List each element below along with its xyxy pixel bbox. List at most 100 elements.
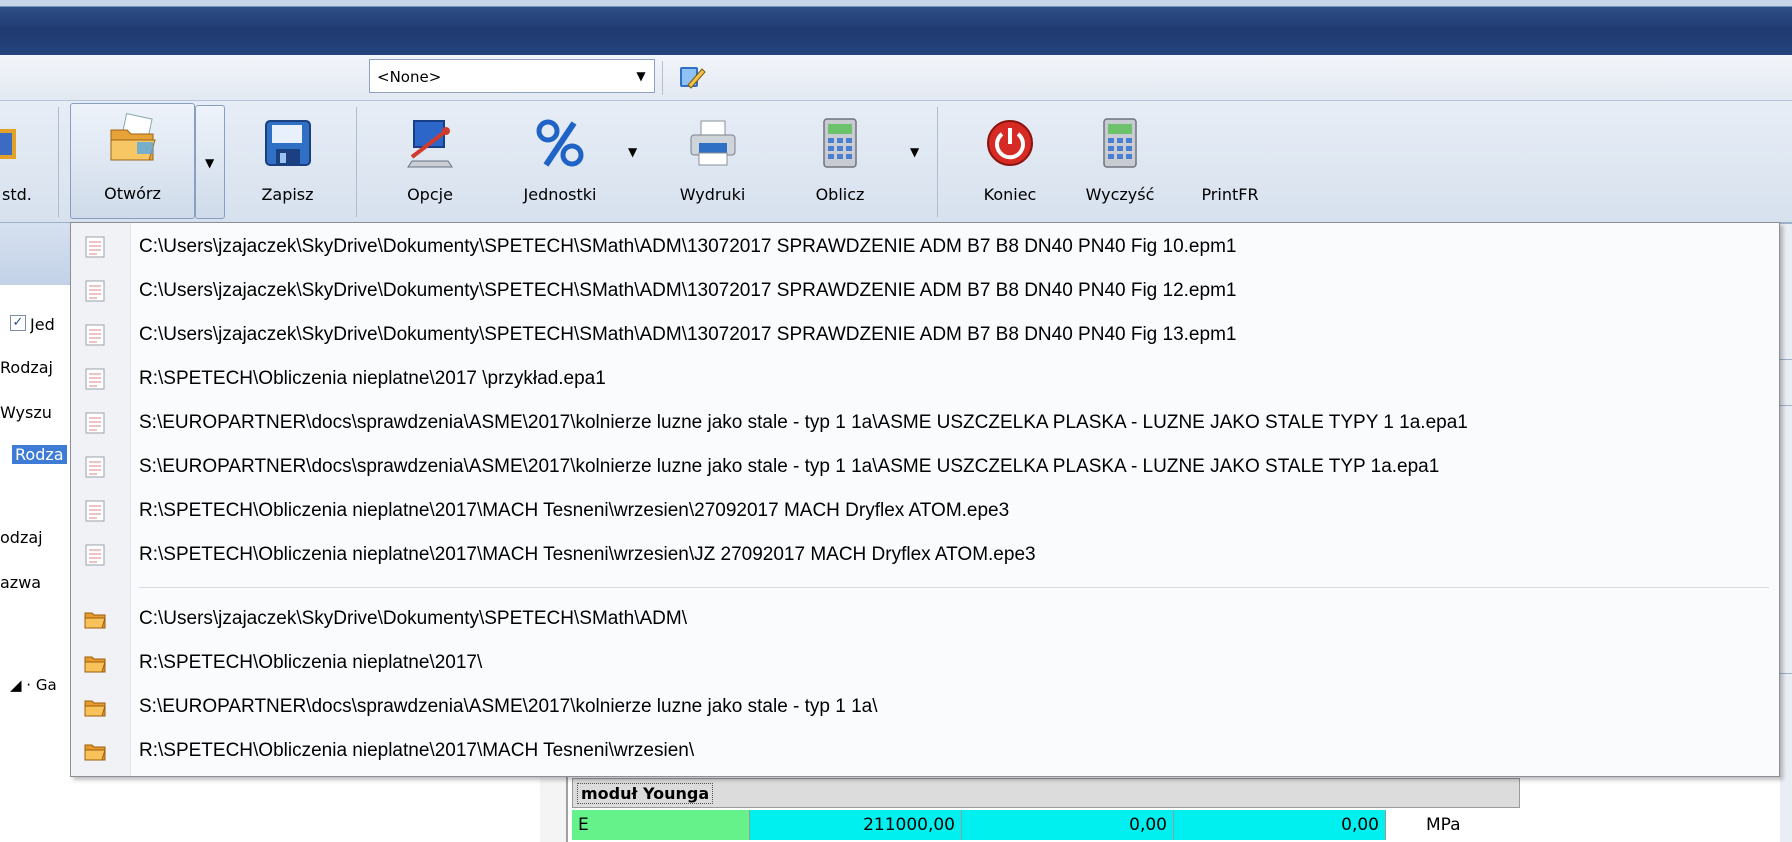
document-icon xyxy=(85,500,105,522)
printfr-button[interactable]: PrintFR xyxy=(1180,109,1280,215)
rodzaj-selected-item[interactable]: Rodza xyxy=(12,445,72,464)
ribbon-toolbar: std. Otwórz ▼ Zapisz Opcje Jednostki ▼ W… xyxy=(0,101,1792,223)
chevron-down-icon[interactable]: ▼ xyxy=(632,66,650,86)
edit-book-icon xyxy=(680,67,706,89)
recent-file-path: C:\Users\jzajaczek\SkyDrive\Dokumenty\SP… xyxy=(139,236,1237,257)
units-label: Jednostki xyxy=(523,185,597,204)
chevron-down-icon: ▼ xyxy=(205,156,215,170)
grid-cell-value[interactable]: 0,00 xyxy=(1174,810,1386,840)
printer-icon xyxy=(690,120,735,166)
template-combobox[interactable]: <None> ▼ xyxy=(369,59,655,93)
grid-cell-value[interactable]: 211000,00 xyxy=(750,810,962,840)
open-button[interactable]: Otwórz xyxy=(70,103,195,219)
recent-file-path: C:\Users\jzajaczek\SkyDrive\Dokumenty\SP… xyxy=(139,280,1237,301)
toolbar-separator xyxy=(937,107,938,217)
calculate-dropdown-arrow[interactable]: ▼ xyxy=(910,145,919,159)
rodzaj-field-label: odzaj xyxy=(0,528,43,547)
open-label: Otwórz xyxy=(104,184,161,203)
toolbar-separator xyxy=(356,107,357,217)
document-icon xyxy=(85,412,105,434)
left-pane: ✓ Jed Rodzaj Wyszu Rodza odzaj azwa ◢ · … xyxy=(0,223,72,842)
toolbar-separator xyxy=(662,61,663,95)
grid-cell-unit: MPa xyxy=(1426,815,1461,835)
right-pane-edge xyxy=(1780,223,1792,842)
left-pane-header xyxy=(0,223,72,285)
save-label: Zapisz xyxy=(261,185,314,204)
rodzaj-selected-text: Rodza xyxy=(12,445,67,464)
options-label: Opcje xyxy=(407,185,453,204)
units-button[interactable]: Jednostki xyxy=(500,109,620,215)
recent-folder-item[interactable]: C:\Users\jzajaczek\SkyDrive\Dokumenty\SP… xyxy=(71,597,1779,641)
recent-file-item[interactable]: S:\EUROPARTNER\docs\sprawdzenia\ASME\201… xyxy=(71,401,1779,445)
document-icon xyxy=(85,280,105,302)
divider xyxy=(1780,673,1792,674)
exit-button[interactable]: Koniec xyxy=(960,109,1060,215)
folder-icon xyxy=(84,744,106,761)
edit-template-button[interactable] xyxy=(674,61,708,93)
toolbar-separator xyxy=(58,107,59,217)
recent-folder-item[interactable]: R:\SPETECH\Obliczenia nieplatne\2017\ xyxy=(71,641,1779,685)
std-button[interactable]: std. xyxy=(0,109,48,215)
wyszukaj-label: Wyszu xyxy=(0,403,52,422)
recent-file-path: R:\SPETECH\Obliczenia nieplatne\2017\MAC… xyxy=(139,500,1010,521)
folder-icon xyxy=(84,700,106,717)
calculate-label: Oblicz xyxy=(815,185,865,204)
recent-file-item[interactable]: S:\EUROPARTNER\docs\sprawdzenia\ASME\201… xyxy=(71,445,1779,489)
units-checkbox-label: Jed xyxy=(30,315,55,334)
grid-cell-name[interactable]: E xyxy=(572,810,750,840)
recent-file-item[interactable]: C:\Users\jzajaczek\SkyDrive\Dokumenty\SP… xyxy=(71,313,1779,357)
nazwa-field-label: azwa xyxy=(0,573,42,592)
document-icon xyxy=(85,544,105,566)
std-icon xyxy=(0,129,16,159)
document-icon xyxy=(85,368,105,390)
document-icon xyxy=(85,236,105,258)
combobox-value: <None> xyxy=(377,68,442,86)
options-button[interactable]: Opcje xyxy=(380,109,480,215)
template-combo-row: <None> ▼ xyxy=(0,55,1792,101)
grid-section-title: moduł Younga xyxy=(577,783,714,804)
recent-file-item[interactable]: C:\Users\jzajaczek\SkyDrive\Dokumenty\SP… xyxy=(71,225,1779,269)
divider xyxy=(1780,405,1792,406)
calculate-button[interactable]: Oblicz xyxy=(790,109,890,215)
printfr-label: PrintFR xyxy=(1201,185,1259,204)
std-label: std. xyxy=(2,185,32,204)
recent-file-path: S:\EUROPARTNER\docs\sprawdzenia\ASME\201… xyxy=(139,456,1440,477)
recent-files-menu: C:\Users\jzajaczek\SkyDrive\Dokumenty\SP… xyxy=(70,222,1780,777)
open-folder-icon xyxy=(110,113,156,161)
grid-row-header xyxy=(540,770,568,842)
grid-cell-value[interactable]: 0,00 xyxy=(962,810,1174,840)
open-dropdown-button[interactable]: ▼ xyxy=(195,105,225,219)
recent-folder-path: S:\EUROPARTNER\docs\sprawdzenia\ASME\201… xyxy=(139,696,878,717)
recent-file-path: C:\Users\jzajaczek\SkyDrive\Dokumenty\SP… xyxy=(139,324,1237,345)
calculator-icon xyxy=(823,118,857,168)
recent-file-path: R:\SPETECH\Obliczenia nieplatne\2017 \pr… xyxy=(139,368,606,389)
recent-file-item[interactable]: R:\SPETECH\Obliczenia nieplatne\2017 \pr… xyxy=(71,357,1779,401)
power-icon xyxy=(987,120,1033,166)
recent-folder-path: R:\SPETECH\Obliczenia nieplatne\2017\MAC… xyxy=(139,740,695,761)
save-disk-icon xyxy=(264,120,311,166)
divider xyxy=(1780,223,1792,224)
document-icon xyxy=(85,324,105,346)
recent-file-item[interactable]: C:\Users\jzajaczek\SkyDrive\Dokumenty\SP… xyxy=(71,269,1779,313)
rodzaj-label: Rodzaj xyxy=(0,358,53,377)
recent-file-path: R:\SPETECH\Obliczenia nieplatne\2017\MAC… xyxy=(139,544,1036,565)
clear-label: Wyczyść xyxy=(1085,185,1155,204)
clear-button[interactable]: Wyczyść xyxy=(1070,109,1170,215)
exit-label: Koniec xyxy=(983,185,1037,204)
save-button[interactable]: Zapisz xyxy=(240,109,335,215)
tree-item-ga[interactable]: ◢ · Ga xyxy=(10,676,72,694)
units-dropdown-arrow[interactable]: ▼ xyxy=(628,145,637,159)
recent-file-item[interactable]: R:\SPETECH\Obliczenia nieplatne\2017\MAC… xyxy=(71,533,1779,577)
recent-folder-path: R:\SPETECH\Obliczenia nieplatne\2017\ xyxy=(139,652,483,673)
recent-folder-item[interactable]: R:\SPETECH\Obliczenia nieplatne\2017\MAC… xyxy=(71,729,1779,773)
options-computer-icon xyxy=(407,120,453,168)
print-button[interactable]: Wydruki xyxy=(660,109,765,215)
units-checkbox[interactable]: ✓ xyxy=(10,315,26,331)
recent-folder-item[interactable]: S:\EUROPARTNER\docs\sprawdzenia\ASME\201… xyxy=(71,685,1779,729)
properties-grid: moduł Younga E 211000,00 0,00 0,00 MPa xyxy=(540,770,1792,842)
recent-file-item[interactable]: R:\SPETECH\Obliczenia nieplatne\2017\MAC… xyxy=(71,489,1779,533)
menu-separator xyxy=(139,587,1769,588)
document-icon xyxy=(85,456,105,478)
recent-folder-path: C:\Users\jzajaczek\SkyDrive\Dokumenty\SP… xyxy=(139,608,687,629)
title-bar xyxy=(0,0,1792,55)
